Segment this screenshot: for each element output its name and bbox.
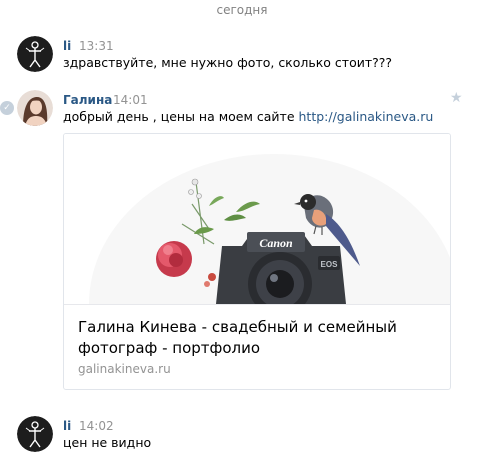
star-icon[interactable]: ★ — [450, 90, 463, 106]
message-text: цен не видно — [63, 435, 152, 450]
message-text: здравствуйте, мне нужно фото, сколько ст… — [63, 55, 393, 70]
link-preview-title[interactable]: Галина Кинева - свадебный и семейный фот… — [78, 317, 438, 359]
link-preview-card[interactable]: Canon EOS Галина Кинева - свадебный и се… — [63, 133, 451, 390]
link-preview-image[interactable]: Canon EOS — [64, 134, 450, 389]
divider — [64, 304, 450, 305]
message-text: добрый день , цены на моем сайте http://… — [63, 109, 433, 124]
camera-brand-label: Canon — [259, 236, 293, 250]
link-preview-domain[interactable]: galinakineva.ru — [78, 362, 171, 376]
check-icon: ✓ — [0, 101, 14, 115]
message-link[interactable]: http://galinakineva.ru — [299, 109, 434, 124]
avatar[interactable] — [17, 36, 53, 72]
sender-name[interactable]: li — [63, 39, 71, 53]
message-time[interactable]: 14:01 — [113, 93, 148, 107]
avatar[interactable] — [17, 416, 53, 452]
message-time[interactable]: 13:31 — [79, 39, 114, 53]
message-text-content: добрый день , цены на моем сайте — [63, 109, 299, 124]
date-separator: сегодня — [216, 3, 268, 17]
avatar[interactable] — [17, 90, 53, 126]
sender-name[interactable]: Галина — [63, 93, 112, 107]
message-time[interactable]: 14:02 — [79, 419, 114, 433]
camera-model-label: EOS — [321, 260, 339, 269]
sender-name[interactable]: li — [63, 419, 71, 433]
